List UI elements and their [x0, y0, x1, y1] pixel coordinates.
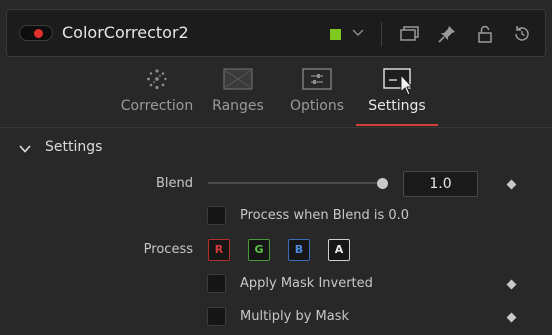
tab-label: Correction: [120, 98, 194, 114]
tab-label: Options: [289, 98, 345, 114]
tab-ranges[interactable]: Ranges: [205, 60, 271, 126]
tab-label: Settings: [368, 98, 426, 114]
node-color-swatch[interactable]: [330, 29, 341, 40]
node-name: ColorCorrector2: [62, 23, 189, 42]
tab-settings[interactable]: Settings: [357, 60, 437, 126]
keyframe-diamond-icon[interactable]: [506, 279, 517, 290]
divider: [0, 127, 552, 128]
section-title: Settings: [45, 139, 103, 155]
divider: [381, 22, 382, 46]
toggle-indicator: [34, 29, 43, 38]
channel-a-button[interactable]: A: [328, 239, 350, 261]
tab-label: Ranges: [212, 98, 264, 114]
inspector-tabs: Correction Ranges Options Settings: [0, 60, 552, 126]
channel-g-button[interactable]: G: [248, 239, 270, 261]
process-when-blend-zero-label: Process when Blend is 0.0: [240, 208, 410, 223]
blend-slider-handle[interactable]: [377, 178, 388, 189]
process-when-blend-zero-checkbox[interactable]: [207, 206, 226, 225]
chevron-down-icon[interactable]: [351, 23, 365, 41]
keyframe-diamond-icon[interactable]: [506, 312, 517, 323]
blend-value-field[interactable]: 1.0: [403, 171, 478, 197]
color-wheel-icon: [147, 69, 167, 90]
reset-icon[interactable]: [512, 24, 532, 44]
blend-label: Blend: [155, 176, 193, 191]
image-icon: [223, 68, 253, 90]
options-icon: [302, 68, 332, 90]
active-tab-indicator: [356, 124, 438, 126]
lock-icon[interactable]: [475, 24, 495, 44]
tab-options[interactable]: Options: [283, 60, 351, 126]
chevron-down-icon: [19, 145, 31, 153]
settings-icon: [383, 68, 414, 96]
pin-icon[interactable]: [437, 24, 457, 44]
window-icon[interactable]: [399, 24, 419, 44]
keyframe-diamond-icon[interactable]: [506, 179, 517, 190]
tab-correction[interactable]: Correction: [115, 60, 199, 126]
node-header: ColorCorrector2: [6, 9, 546, 57]
apply-mask-inverted-checkbox[interactable]: [207, 274, 226, 293]
blend-slider[interactable]: [208, 182, 386, 184]
channel-r-button[interactable]: R: [208, 239, 230, 261]
channel-b-button[interactable]: B: [288, 239, 310, 261]
node-enable-toggle[interactable]: [19, 25, 53, 41]
process-label: Process: [143, 242, 193, 257]
multiply-by-mask-checkbox[interactable]: [207, 307, 226, 326]
multiply-by-mask-label: Multiply by Mask: [240, 309, 350, 324]
inspector-panel: ColorCorrector2 Correction Ranges Option…: [0, 0, 552, 335]
apply-mask-inverted-label: Apply Mask Inverted: [240, 276, 373, 291]
